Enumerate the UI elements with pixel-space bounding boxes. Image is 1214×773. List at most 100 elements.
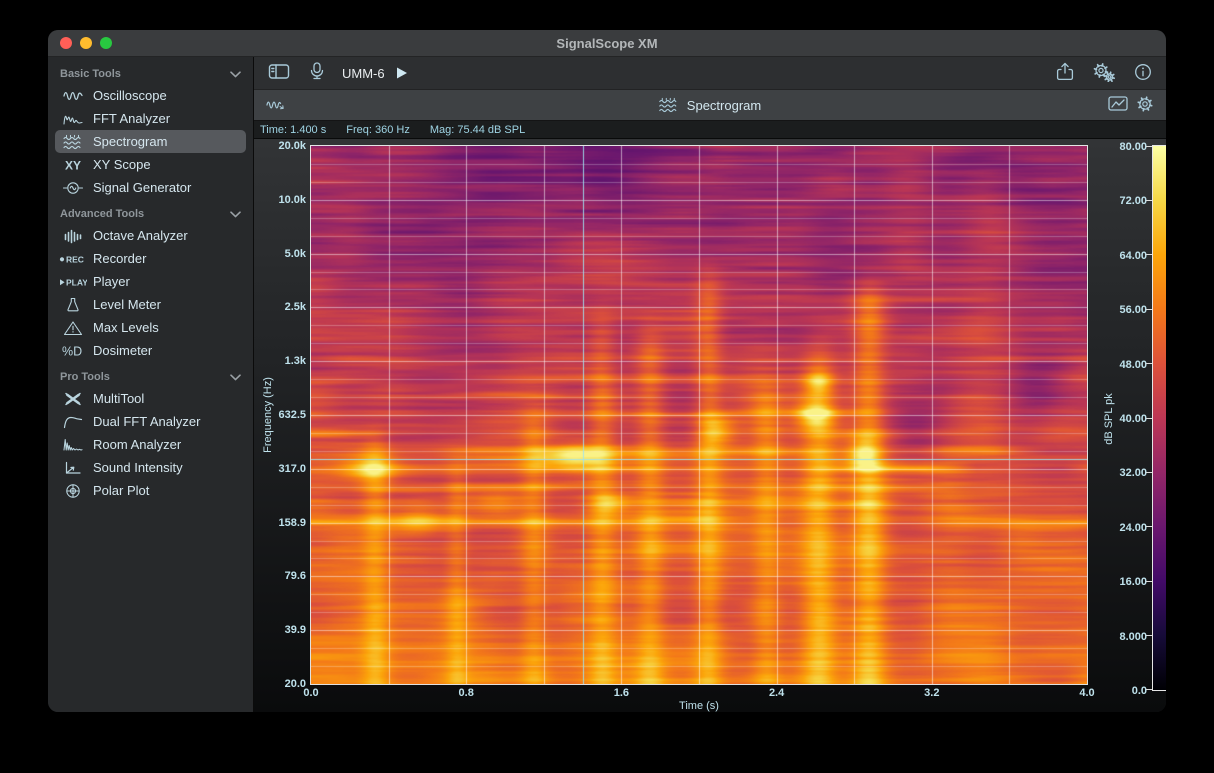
x-tick-label: 0.8 (444, 687, 488, 699)
main-area: UMM-6 Spectrogram Time: 1.400 s Freq: 36 (254, 57, 1166, 712)
sidebar-item-level-meter[interactable]: Level Meter (55, 293, 246, 316)
chevron-down-icon (230, 374, 241, 381)
level-meter-icon (58, 297, 88, 313)
signal-generator-icon (58, 180, 88, 196)
fft-analyzer-icon (58, 111, 88, 127)
sidebar-item-octave-analyzer[interactable]: Octave Analyzer (55, 224, 246, 247)
sidebar-section-basic-tools[interactable]: Basic Tools (48, 64, 253, 84)
z-tick-label: 56.00 (1087, 304, 1147, 316)
sound-intensity-icon (58, 460, 88, 476)
sidebar-item-label: FFT Analyzer (93, 111, 170, 126)
gear-button[interactable] (1136, 95, 1154, 116)
sidebar-item-label: Dosimeter (93, 343, 152, 358)
minimize-button[interactable] (80, 37, 92, 49)
colorbar-tick (1146, 472, 1152, 473)
colorbar-tick (1146, 363, 1152, 364)
sidebar-item-label: Spectrogram (93, 134, 167, 149)
sidebar-item-spectrogram[interactable]: Spectrogram (55, 130, 246, 153)
sidebar-item-label: Max Levels (93, 320, 159, 335)
microphone-button[interactable] (308, 62, 326, 84)
svg-text:XY: XY (65, 158, 81, 172)
sidebar-item-dual-fft-analyzer[interactable]: Dual FFT Analyzer (55, 410, 246, 433)
y-tick-label: 1.3k (254, 355, 306, 367)
colorbar-tick (1146, 309, 1152, 310)
signal-path-button[interactable] (266, 97, 288, 113)
colorbar-tick (1146, 635, 1152, 636)
z-tick-label: 64.00 (1087, 250, 1147, 262)
sidebar-item-label: Oscilloscope (93, 88, 167, 103)
cursor-readout-bar: Time: 1.400 s Freq: 360 Hz Mag: 75.44 dB… (254, 121, 1166, 139)
y-tick-label: 79.6 (254, 570, 306, 582)
info-icon (1134, 63, 1152, 84)
window-title: SignalScope XM (48, 36, 1166, 51)
cursor-time-readout: Time: 1.400 s (260, 124, 326, 136)
sidebar-item-player[interactable]: PLAYPlayer (55, 270, 246, 293)
room-analyzer-icon (58, 437, 88, 453)
close-button[interactable] (60, 37, 72, 49)
sidebar-item-fft-analyzer[interactable]: FFT Analyzer (55, 107, 246, 130)
x-tick-label: 2.4 (755, 687, 799, 699)
z-tick-label: 0.0 (1087, 685, 1147, 697)
sidebar-item-dosimeter[interactable]: %D Dosimeter (55, 339, 246, 362)
input-device-label[interactable]: UMM-6 (342, 66, 385, 81)
sidebar-section-label: Pro Tools (60, 371, 110, 383)
sidebar-item-oscilloscope[interactable]: Oscilloscope (55, 84, 246, 107)
colorbar-tick (1146, 254, 1152, 255)
svg-text:PLAY: PLAY (66, 277, 87, 287)
spectrogram-plot[interactable] (310, 145, 1088, 685)
sidebar-toggle-button[interactable] (268, 63, 290, 83)
y-tick-label: 158.9 (254, 517, 306, 529)
sidebar-item-label: Sound Intensity (93, 460, 183, 475)
microphone-icon (308, 62, 326, 84)
chart-box-button[interactable] (1108, 95, 1128, 115)
sidebar-item-label: Room Analyzer (93, 437, 181, 452)
sidebar-item-label: MultiTool (93, 391, 144, 406)
colorbar-tick (1146, 581, 1152, 582)
view-toolbar: Spectrogram (254, 90, 1166, 121)
sidebar-item-polar-plot[interactable]: Polar Plot (55, 479, 246, 502)
colorbar-tick (1146, 418, 1152, 419)
sidebar-item-recorder[interactable]: REC Recorder (55, 247, 246, 270)
sidebar-section-label: Advanced Tools (60, 208, 144, 220)
sidebar-item-sound-intensity[interactable]: Sound Intensity (55, 456, 246, 479)
sidebar-item-max-levels[interactable]: Max Levels (55, 316, 246, 339)
sidebar: Basic Tools Oscilloscope FFT Analyzer Spect… (48, 57, 254, 712)
recorder-icon: REC (58, 251, 88, 267)
sidebar-item-xy-scope[interactable]: XYXY Scope (55, 153, 246, 176)
settings-gears-button[interactable] (1092, 62, 1116, 85)
play-icon (395, 66, 409, 80)
share-button[interactable] (1056, 62, 1074, 84)
settings-gears-icon (1092, 62, 1116, 85)
plot-region: Frequency (Hz) dB SPL pk Time (s) 20.0k1… (254, 139, 1166, 712)
sidebar-item-multitool[interactable]: MultiTool (55, 387, 246, 410)
signal-path-icon (266, 97, 288, 113)
xy-scope-icon: XY (58, 157, 88, 173)
color-scale (1152, 145, 1166, 691)
y-tick-label: 317.0 (254, 463, 306, 475)
play-button[interactable] (395, 66, 409, 80)
spectrogram-icon (58, 134, 88, 150)
info-button[interactable] (1134, 63, 1152, 84)
sidebar-section-pro-tools[interactable]: Pro Tools (48, 367, 253, 387)
colorbar-tick (1146, 200, 1152, 201)
sidebar-item-label: Signal Generator (93, 180, 191, 195)
oscilloscope-icon (58, 88, 88, 104)
sidebar-item-room-analyzer[interactable]: Room Analyzer (55, 433, 246, 456)
cursor-mag-readout: Mag: 75.44 dB SPL (430, 124, 525, 136)
z-tick-label: 16.00 (1087, 576, 1147, 588)
sidebar-item-label: Recorder (93, 251, 146, 266)
dual-fft-analyzer-icon (58, 414, 88, 430)
multitool-icon (58, 391, 88, 407)
dosimeter-icon: %D (58, 343, 88, 359)
z-tick-label: 72.00 (1087, 195, 1147, 207)
main-toolbar: UMM-6 (254, 57, 1166, 90)
sidebar-item-signal-generator[interactable]: Signal Generator (55, 176, 246, 199)
traffic-lights (60, 30, 112, 56)
colorbar-tick (1146, 146, 1152, 147)
colorbar-tick (1146, 689, 1152, 690)
sidebar-item-label: Polar Plot (93, 483, 149, 498)
zoom-button[interactable] (100, 37, 112, 49)
cursor-freq-readout: Freq: 360 Hz (346, 124, 410, 136)
sidebar-section-advanced-tools[interactable]: Advanced Tools (48, 204, 253, 224)
y-tick-label: 39.9 (254, 624, 306, 636)
